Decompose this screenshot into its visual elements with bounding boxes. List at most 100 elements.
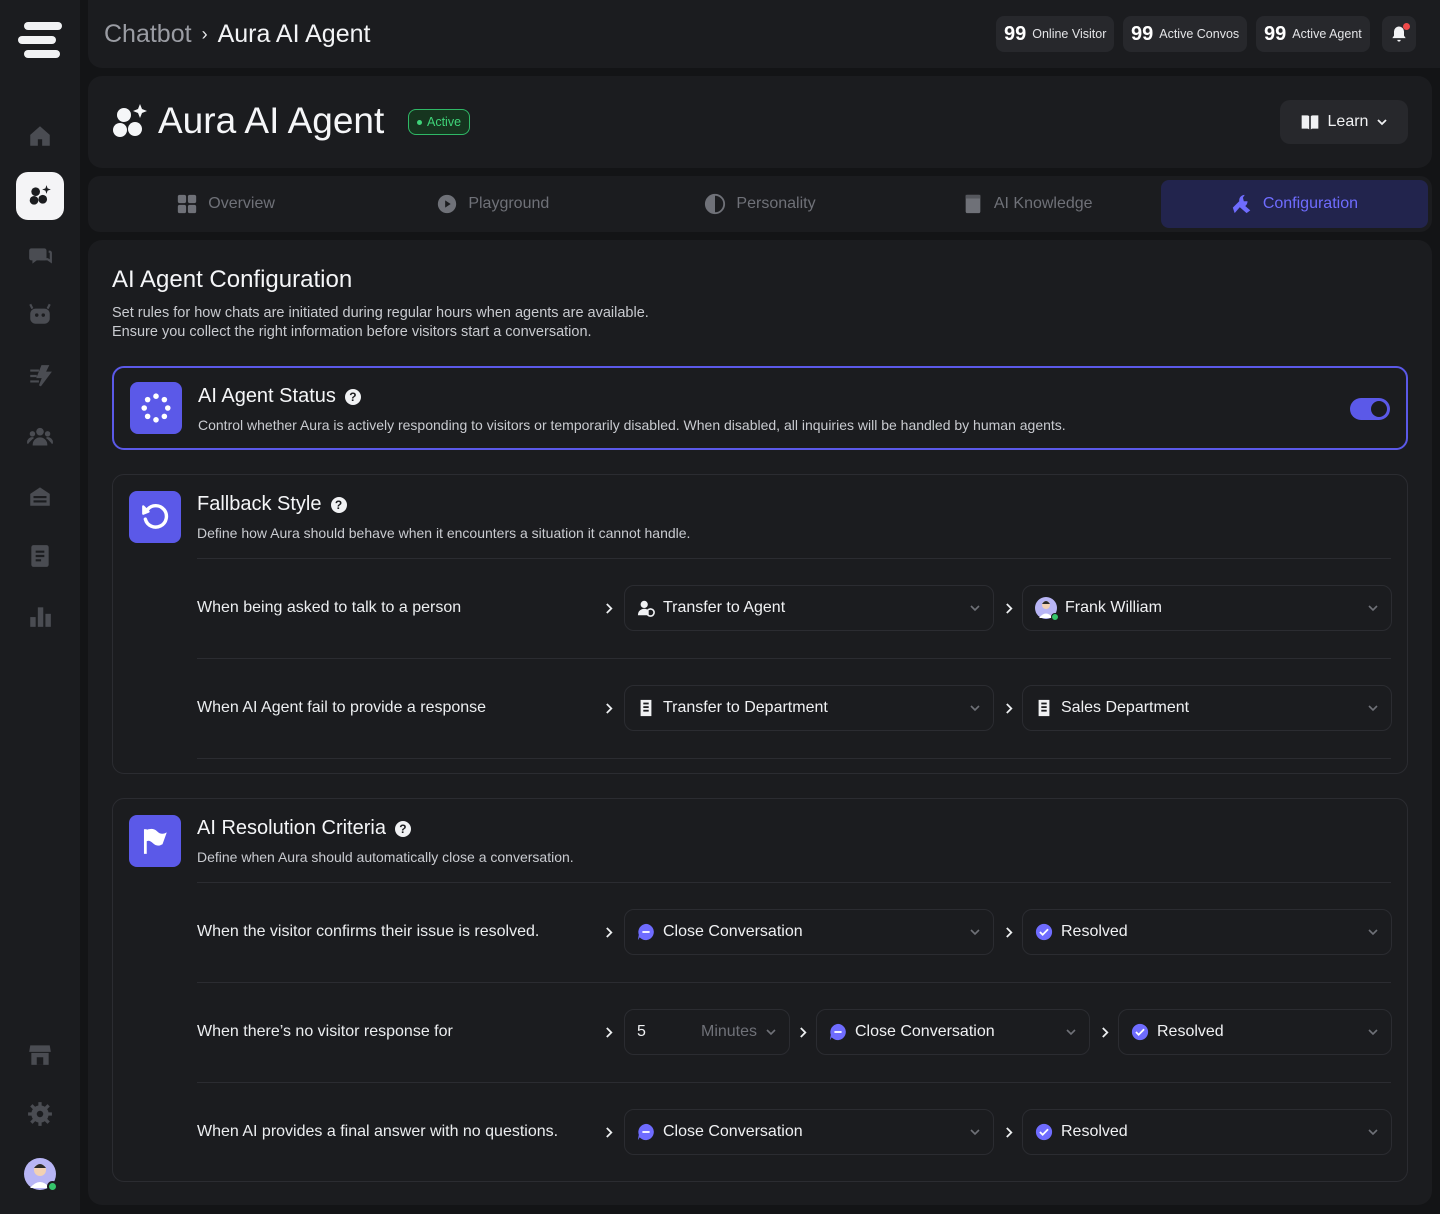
notification-bell-icon[interactable] [1382,16,1416,52]
select-value: Close Conversation [855,1023,995,1040]
chevron-right-icon [603,701,615,715]
help-icon[interactable]: ? [344,388,361,405]
card-title: Fallback Style ? [197,493,347,516]
rule-label: When there’s no visitor response for [197,1023,453,1040]
building-icon [640,699,652,717]
team-icon[interactable] [16,412,64,460]
tab-label: AI Knowledge [993,195,1093,212]
user-avatar[interactable] [24,1158,58,1192]
fallback-action-select[interactable]: Transfer to Agent [624,585,994,631]
fallback-style-card: Fallback Style ? Define how Aura should … [112,474,1408,774]
resolution-action-select[interactable]: Close Conversation [624,1109,994,1155]
stat-active-convos[interactable]: 99 Active Convos [1123,16,1248,52]
inactivity-duration-input[interactable]: 5 Minutes [624,1009,790,1055]
settings-icon[interactable] [16,1090,64,1138]
user-transfer-icon [637,600,655,617]
tab-bar: Overview Playground Personality AI Knowl… [88,176,1432,232]
chevron-down-icon [1368,1029,1378,1036]
tab-configuration[interactable]: Configuration [1160,180,1429,228]
book-icon [965,194,981,214]
tab-personality[interactable]: Personality [626,180,893,228]
status-dot [417,119,422,125]
tab-label: Overview [208,195,275,212]
agent-header: Aura AI Agent Active Learn [88,76,1432,168]
department-icon[interactable] [16,472,64,520]
chat-bubble-icon [637,1123,654,1141]
chat-icon[interactable] [16,232,64,280]
resolution-action-select[interactable]: Close Conversation [816,1009,1090,1055]
tab-label: Configuration [1262,195,1358,212]
chevron-right-icon [1099,1025,1111,1039]
automation-icon[interactable] [16,352,64,400]
help-icon[interactable]: ? [330,496,347,513]
chevron-right-icon [603,1025,615,1039]
fallback-target-select[interactable]: Sales Department [1022,685,1392,731]
ai-agent-icon[interactable] [16,172,64,220]
learn-button-label: Learn [1327,113,1369,130]
resolution-status-select[interactable]: Resolved [1022,909,1392,955]
breadcrumb-root[interactable]: Chatbot [104,20,192,49]
select-value: Sales Department [1061,699,1190,716]
fallback-target-select[interactable]: Frank William [1022,585,1392,631]
stat-value: 99 [1264,22,1287,45]
chevron-right-icon [1003,1125,1015,1139]
stat-label: Online Visitor [1032,27,1107,41]
divider [197,558,1391,559]
card-title: AI Agent Status ? [198,385,361,408]
section-title: AI Agent Configuration [112,266,353,293]
chevron-right-icon [603,1125,615,1139]
chevron-right-icon [1003,601,1015,615]
document-icon[interactable] [16,532,64,580]
rule-label: When the visitor confirms their issue is… [197,923,540,940]
help-icon[interactable]: ? [394,820,411,837]
analytics-icon[interactable] [16,592,64,640]
sidebar [0,0,80,1214]
select-value: Close Conversation [663,1123,803,1140]
stat-label: Active Convos [1159,27,1240,41]
rule-label: When AI provides a final answer with no … [197,1123,559,1140]
chevron-down-icon [970,1129,980,1136]
status-badge: Active [408,109,471,135]
rule-label: When being asked to talk to a person [197,599,462,616]
chevron-down-icon [970,605,980,612]
wrench-icon [1232,194,1251,214]
stat-online-visitor[interactable]: 99 Online Visitor [996,16,1115,52]
topbar: Chatbot › Aura AI Agent 99 Online Visito… [88,0,1440,68]
duration-value[interactable]: 5 [637,1023,646,1041]
book-open-icon [1301,115,1318,130]
tab-ai-knowledge[interactable]: AI Knowledge [894,180,1161,228]
learn-button[interactable]: Learn [1280,100,1408,144]
ai-agent-status-card: AI Agent Status ? Control whether Aura i… [112,366,1408,450]
tab-playground[interactable]: Playground [359,180,626,228]
tab-overview[interactable]: Overview [92,180,359,228]
duration-unit[interactable]: Minutes [701,1023,757,1041]
select-value: Resolved [1157,1023,1224,1040]
resolution-status-select[interactable]: Resolved [1022,1109,1392,1155]
divider [197,882,1391,883]
chevron-down-icon [766,1029,776,1036]
home-icon[interactable] [16,112,64,160]
check-circle-icon [1035,923,1053,941]
divider [197,982,1391,983]
select-value: Frank William [1065,599,1162,616]
ai-agent-status-toggle[interactable] [1350,398,1390,420]
select-value: Resolved [1061,1123,1128,1140]
stat-active-agent[interactable]: 99 Active Agent [1256,16,1370,52]
logo-icon[interactable] [18,22,62,58]
select-value: Resolved [1061,923,1128,940]
section-description: Set rules for how chats are initiated du… [112,305,649,340]
card-description: Control whether Aura is actively respond… [198,417,1066,433]
resolution-status-select[interactable]: Resolved [1118,1009,1392,1055]
store-icon[interactable] [16,1030,64,1078]
chevron-right-icon [1003,925,1015,939]
chevron-down-icon [1377,119,1388,126]
toggle-knob [1371,401,1387,417]
resolution-action-select[interactable]: Close Conversation [624,909,994,955]
bot-icon[interactable] [16,290,64,338]
chevron-down-icon [1368,1129,1378,1136]
fallback-action-select[interactable]: Transfer to Department [624,685,994,731]
stat-label: Active Agent [1292,27,1362,41]
ai-agent-icon [110,102,150,142]
tab-label: Playground [468,195,550,212]
agent-avatar [1035,597,1059,621]
